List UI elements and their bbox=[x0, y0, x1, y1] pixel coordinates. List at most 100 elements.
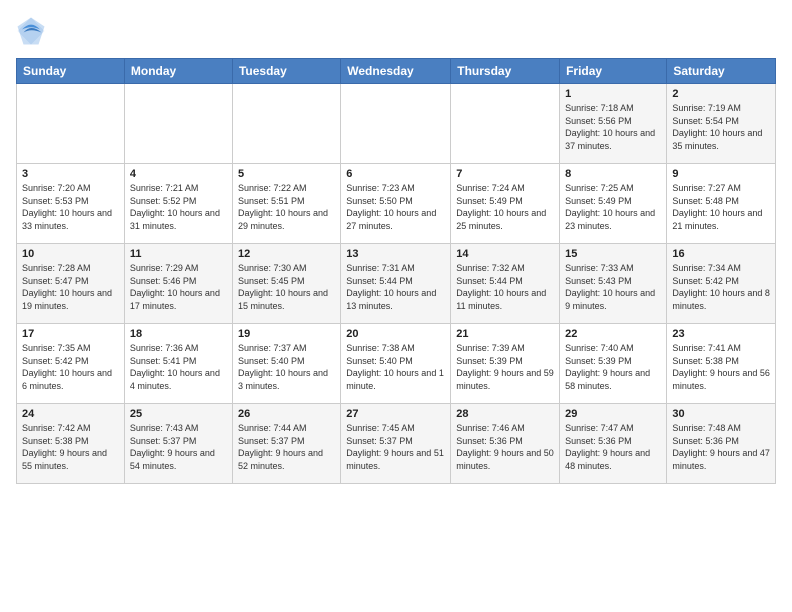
day-info: Sunrise: 7:48 AMSunset: 5:36 PMDaylight:… bbox=[672, 422, 770, 472]
day-number: 19 bbox=[238, 328, 335, 340]
calendar-cell-w1d3 bbox=[232, 84, 340, 164]
calendar-cell-w3d3: 12 Sunrise: 7:30 AMSunset: 5:45 PMDayligh… bbox=[232, 244, 340, 324]
day-info: Sunrise: 7:39 AMSunset: 5:39 PMDaylight:… bbox=[456, 342, 554, 392]
day-info: Sunrise: 7:43 AMSunset: 5:37 PMDaylight:… bbox=[130, 422, 227, 472]
day-info: Sunrise: 7:33 AMSunset: 5:43 PMDaylight:… bbox=[565, 262, 661, 312]
calendar-table: SundayMondayTuesdayWednesdayThursdayFrid… bbox=[16, 58, 776, 484]
day-info: Sunrise: 7:18 AMSunset: 5:56 PMDaylight:… bbox=[565, 102, 661, 152]
calendar-cell-w2d3: 5 Sunrise: 7:22 AMSunset: 5:51 PMDaylight… bbox=[232, 164, 340, 244]
header-thursday: Thursday bbox=[451, 59, 560, 84]
calendar-cell-w5d2: 25Sunrise: 7:43 AMSunset: 5:37 PMDayligh… bbox=[124, 404, 232, 484]
header-sunday: Sunday bbox=[17, 59, 125, 84]
day-number: 12 bbox=[238, 248, 335, 260]
day-info: Sunrise: 7:44 AMSunset: 5:37 PMDaylight:… bbox=[238, 422, 335, 472]
day-info: Sunrise: 7:24 AMSunset: 5:49 PMDaylight:… bbox=[456, 182, 554, 232]
day-info: Sunrise: 7:27 AMSunset: 5:48 PMDaylight:… bbox=[672, 182, 770, 232]
calendar-cell-w3d5: 14 Sunrise: 7:32 AMSunset: 5:44 PMDayligh… bbox=[451, 244, 560, 324]
day-number: 27 bbox=[346, 408, 445, 420]
day-number: 17 bbox=[22, 328, 119, 340]
day-number: 2 bbox=[672, 88, 770, 100]
day-info: Sunrise: 7:42 AMSunset: 5:38 PMDaylight:… bbox=[22, 422, 119, 472]
calendar-cell-w5d4: 27 Sunrise: 7:45 AMSunset: 5:37 PMDayligh… bbox=[341, 404, 451, 484]
calendar-cell-w5d5: 28 Sunrise: 7:46 AMSunset: 5:36 PMDayligh… bbox=[451, 404, 560, 484]
calendar-cell-w4d2: 18 Sunrise: 7:36 AMSunset: 5:41 PMDayligh… bbox=[124, 324, 232, 404]
logo-icon bbox=[16, 16, 46, 46]
day-number: 18 bbox=[130, 328, 227, 340]
day-info: Sunrise: 7:25 AMSunset: 5:49 PMDaylight:… bbox=[565, 182, 661, 232]
header-tuesday: Tuesday bbox=[232, 59, 340, 84]
day-number: 26 bbox=[238, 408, 335, 420]
day-number: 10 bbox=[22, 248, 119, 260]
day-info: Sunrise: 7:21 AMSunset: 5:52 PMDaylight:… bbox=[130, 182, 227, 232]
calendar-cell-w2d6: 8Sunrise: 7:25 AMSunset: 5:49 PMDaylight… bbox=[560, 164, 667, 244]
day-number: 1 bbox=[565, 88, 661, 100]
calendar-cell-w3d7: 16Sunrise: 7:34 AMSunset: 5:42 PMDayligh… bbox=[667, 244, 776, 324]
calendar-cell-w2d4: 6Sunrise: 7:23 AMSunset: 5:50 PMDaylight… bbox=[341, 164, 451, 244]
day-info: Sunrise: 7:20 AMSunset: 5:53 PMDaylight:… bbox=[22, 182, 119, 232]
day-info: Sunrise: 7:41 AMSunset: 5:38 PMDaylight:… bbox=[672, 342, 770, 392]
day-info: Sunrise: 7:29 AMSunset: 5:46 PMDaylight:… bbox=[130, 262, 227, 312]
day-number: 24 bbox=[22, 408, 119, 420]
day-number: 15 bbox=[565, 248, 661, 260]
day-number: 21 bbox=[456, 328, 554, 340]
calendar-cell-w2d2: 4 Sunrise: 7:21 AMSunset: 5:52 PMDaylight… bbox=[124, 164, 232, 244]
day-number: 6 bbox=[346, 168, 445, 180]
calendar-cell-w2d1: 3Sunrise: 7:20 AMSunset: 5:53 PMDaylight… bbox=[17, 164, 125, 244]
day-number: 5 bbox=[238, 168, 335, 180]
header bbox=[16, 16, 776, 46]
day-number: 14 bbox=[456, 248, 554, 260]
day-number: 4 bbox=[130, 168, 227, 180]
day-info: Sunrise: 7:22 AMSunset: 5:51 PMDaylight:… bbox=[238, 182, 335, 232]
calendar-cell-w5d7: 30 Sunrise: 7:48 AMSunset: 5:36 PMDayligh… bbox=[667, 404, 776, 484]
day-info: Sunrise: 7:46 AMSunset: 5:36 PMDaylight:… bbox=[456, 422, 554, 472]
day-info: Sunrise: 7:34 AMSunset: 5:42 PMDaylight:… bbox=[672, 262, 770, 312]
calendar-cell-w3d6: 15 Sunrise: 7:33 AMSunset: 5:43 PMDayligh… bbox=[560, 244, 667, 324]
calendar-week-2: 3Sunrise: 7:20 AMSunset: 5:53 PMDaylight… bbox=[17, 164, 776, 244]
day-info: Sunrise: 7:40 AMSunset: 5:39 PMDaylight:… bbox=[565, 342, 661, 392]
day-info: Sunrise: 7:45 AMSunset: 5:37 PMDaylight:… bbox=[346, 422, 445, 472]
day-number: 22 bbox=[565, 328, 661, 340]
day-info: Sunrise: 7:32 AMSunset: 5:44 PMDaylight:… bbox=[456, 262, 554, 312]
logo bbox=[16, 16, 48, 46]
day-number: 20 bbox=[346, 328, 445, 340]
calendar-cell-w3d1: 10 Sunrise: 7:28 AMSunset: 5:47 PMDayligh… bbox=[17, 244, 125, 324]
calendar-cell-w2d7: 9 Sunrise: 7:27 AMSunset: 5:48 PMDaylight… bbox=[667, 164, 776, 244]
day-number: 30 bbox=[672, 408, 770, 420]
calendar-cell-w4d3: 19 Sunrise: 7:37 AMSunset: 5:40 PMDayligh… bbox=[232, 324, 340, 404]
day-info: Sunrise: 7:36 AMSunset: 5:41 PMDaylight:… bbox=[130, 342, 227, 392]
day-number: 7 bbox=[456, 168, 554, 180]
day-number: 9 bbox=[672, 168, 770, 180]
calendar-week-5: 24 Sunrise: 7:42 AMSunset: 5:38 PMDayligh… bbox=[17, 404, 776, 484]
day-number: 13 bbox=[346, 248, 445, 260]
calendar-cell-w1d5 bbox=[451, 84, 560, 164]
header-wednesday: Wednesday bbox=[341, 59, 451, 84]
day-info: Sunrise: 7:37 AMSunset: 5:40 PMDaylight:… bbox=[238, 342, 335, 392]
day-info: Sunrise: 7:19 AMSunset: 5:54 PMDaylight:… bbox=[672, 102, 770, 152]
calendar-cell-w1d7: 2 Sunrise: 7:19 AMSunset: 5:54 PMDaylight… bbox=[667, 84, 776, 164]
day-info: Sunrise: 7:35 AMSunset: 5:42 PMDaylight:… bbox=[22, 342, 119, 392]
day-info: Sunrise: 7:38 AMSunset: 5:40 PMDaylight:… bbox=[346, 342, 445, 392]
day-info: Sunrise: 7:28 AMSunset: 5:47 PMDaylight:… bbox=[22, 262, 119, 312]
calendar-cell-w1d4 bbox=[341, 84, 451, 164]
calendar-week-1: 1 Sunrise: 7:18 AMSunset: 5:56 PMDaylight… bbox=[17, 84, 776, 164]
calendar-cell-w1d1 bbox=[17, 84, 125, 164]
day-info: Sunrise: 7:47 AMSunset: 5:36 PMDaylight:… bbox=[565, 422, 661, 472]
day-number: 28 bbox=[456, 408, 554, 420]
day-info: Sunrise: 7:31 AMSunset: 5:44 PMDaylight:… bbox=[346, 262, 445, 312]
calendar-cell-w4d7: 23 Sunrise: 7:41 AMSunset: 5:38 PMDayligh… bbox=[667, 324, 776, 404]
calendar-cell-w1d6: 1 Sunrise: 7:18 AMSunset: 5:56 PMDaylight… bbox=[560, 84, 667, 164]
day-number: 23 bbox=[672, 328, 770, 340]
calendar-cell-w5d1: 24 Sunrise: 7:42 AMSunset: 5:38 PMDayligh… bbox=[17, 404, 125, 484]
day-info: Sunrise: 7:30 AMSunset: 5:45 PMDaylight:… bbox=[238, 262, 335, 312]
header-monday: Monday bbox=[124, 59, 232, 84]
header-saturday: Saturday bbox=[667, 59, 776, 84]
calendar-header-row: SundayMondayTuesdayWednesdayThursdayFrid… bbox=[17, 59, 776, 84]
header-friday: Friday bbox=[560, 59, 667, 84]
calendar-cell-w3d2: 11Sunrise: 7:29 AMSunset: 5:46 PMDayligh… bbox=[124, 244, 232, 324]
calendar-week-4: 17 Sunrise: 7:35 AMSunset: 5:42 PMDayligh… bbox=[17, 324, 776, 404]
calendar-cell-w5d3: 26 Sunrise: 7:44 AMSunset: 5:37 PMDayligh… bbox=[232, 404, 340, 484]
calendar-week-3: 10 Sunrise: 7:28 AMSunset: 5:47 PMDayligh… bbox=[17, 244, 776, 324]
day-number: 29 bbox=[565, 408, 661, 420]
calendar-cell-w4d1: 17 Sunrise: 7:35 AMSunset: 5:42 PMDayligh… bbox=[17, 324, 125, 404]
calendar-cell-w1d2 bbox=[124, 84, 232, 164]
